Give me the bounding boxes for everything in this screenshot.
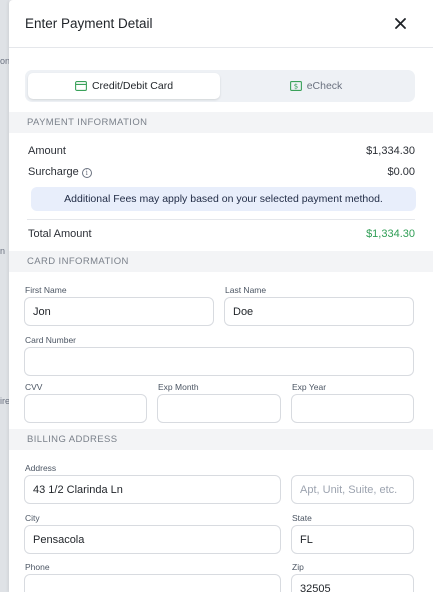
card-number-label: Card Number bbox=[25, 335, 77, 345]
credit-card-icon bbox=[74, 81, 87, 91]
total-amount-value: $1,334.30 bbox=[366, 228, 415, 240]
tab-label: eCheck bbox=[306, 80, 343, 92]
card-number-input[interactable] bbox=[24, 347, 414, 376]
section-heading: CARD INFORMATION bbox=[27, 256, 129, 267]
modal-title: Enter Payment Detail bbox=[25, 16, 153, 31]
payment-modal: Enter Payment Detail Credit/Debit Card $… bbox=[9, 0, 433, 592]
state-input[interactable] bbox=[291, 525, 414, 554]
zip-input[interactable] bbox=[291, 574, 414, 592]
payment-method-tabs: Credit/Debit Card $ eCheck bbox=[25, 70, 415, 102]
state-label: State bbox=[292, 513, 312, 523]
first-name-label: First Name bbox=[25, 285, 67, 295]
phone-label: Phone bbox=[25, 562, 50, 572]
check-icon: $ bbox=[289, 81, 302, 91]
last-name-input[interactable] bbox=[224, 297, 414, 326]
apt-input[interactable] bbox=[291, 475, 414, 504]
info-icon[interactable]: i bbox=[81, 168, 92, 178]
surcharge-label: Surcharge bbox=[28, 166, 79, 178]
cvv-label: CVV bbox=[25, 382, 43, 392]
divider bbox=[27, 219, 415, 220]
close-icon bbox=[394, 17, 406, 29]
section-payment-information: PAYMENT INFORMATION bbox=[9, 112, 433, 133]
close-button[interactable] bbox=[389, 12, 411, 34]
last-name-label: Last Name bbox=[225, 285, 267, 295]
total-amount-label: Total Amount bbox=[28, 228, 92, 240]
amount-label: Amount bbox=[28, 145, 66, 157]
address-input[interactable] bbox=[24, 475, 281, 504]
surcharge-row: Surcharge i bbox=[28, 166, 92, 178]
cvv-input[interactable] bbox=[24, 394, 147, 423]
exp-month-input[interactable] bbox=[157, 394, 281, 423]
city-input[interactable] bbox=[24, 525, 281, 554]
phone-input[interactable] bbox=[24, 574, 281, 592]
first-name-input[interactable] bbox=[24, 297, 214, 326]
amount-value: $1,334.30 bbox=[366, 145, 415, 157]
city-label: City bbox=[25, 513, 40, 523]
backdrop-text-fragment: n bbox=[0, 246, 6, 256]
svg-text:$: $ bbox=[293, 83, 297, 91]
section-billing-address: BILLING ADDRESS bbox=[9, 429, 433, 450]
backdrop-strip bbox=[0, 0, 9, 592]
section-card-information: CARD INFORMATION bbox=[9, 251, 433, 272]
exp-year-input[interactable] bbox=[291, 394, 414, 423]
section-heading: PAYMENT INFORMATION bbox=[27, 117, 148, 128]
exp-month-label: Exp Month bbox=[158, 382, 199, 392]
exp-year-label: Exp Year bbox=[292, 382, 327, 392]
surcharge-value: $0.00 bbox=[387, 166, 415, 178]
zip-label: Zip bbox=[292, 562, 304, 572]
modal-header: Enter Payment Detail bbox=[9, 0, 433, 48]
fees-notice: Additional Fees may apply based on your … bbox=[31, 187, 416, 211]
tab-label: Credit/Debit Card bbox=[91, 80, 174, 92]
tab-echeck[interactable]: $ eCheck bbox=[220, 73, 412, 99]
tab-credit-debit-card[interactable]: Credit/Debit Card bbox=[28, 73, 220, 99]
address-label: Address bbox=[25, 463, 57, 473]
section-heading: BILLING ADDRESS bbox=[27, 434, 118, 445]
